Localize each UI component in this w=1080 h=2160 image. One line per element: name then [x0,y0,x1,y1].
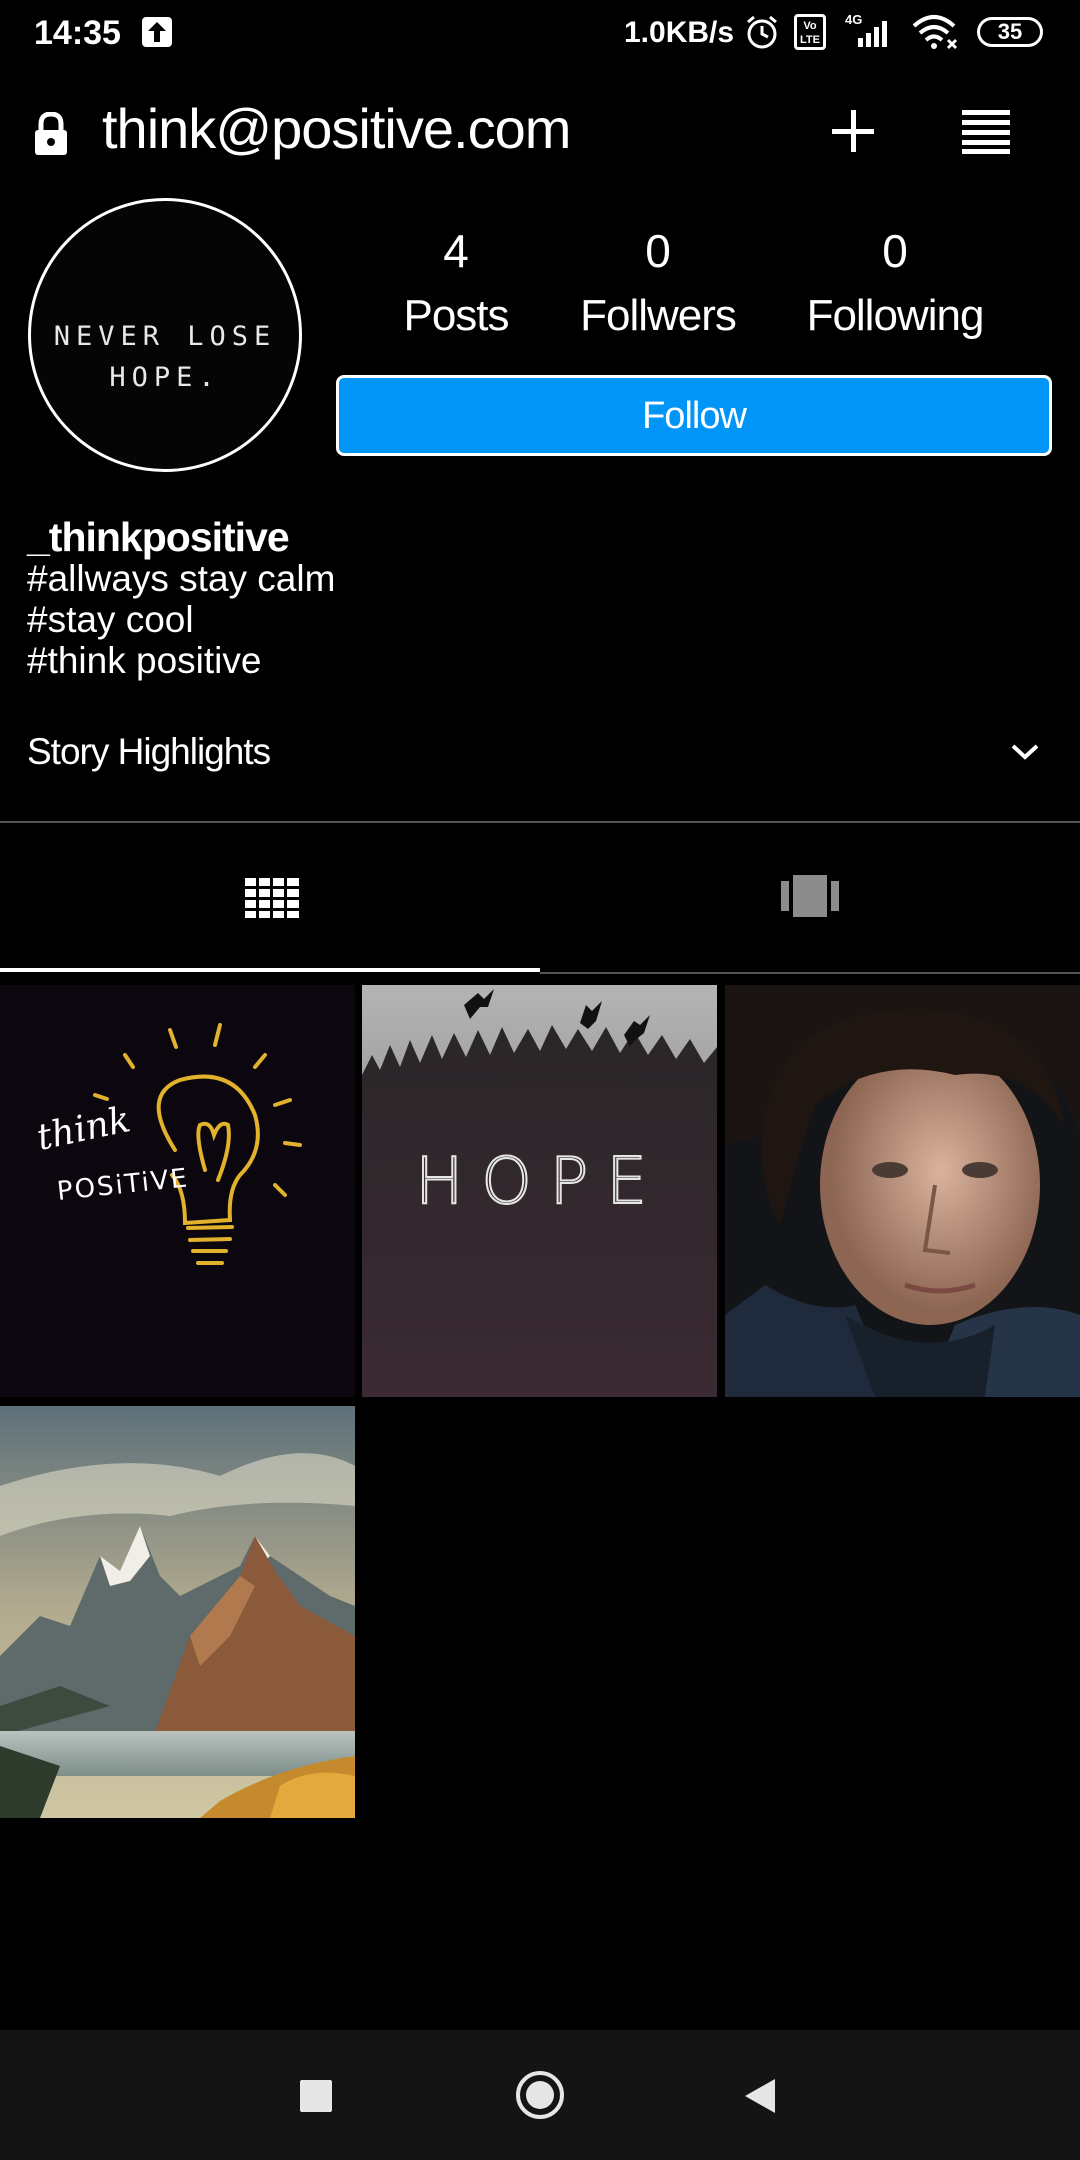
followers-stat[interactable]: 0 Follwers [568,222,748,346]
post-image: HOPE [362,985,717,1397]
nav-recents-button[interactable] [256,2030,376,2160]
lock-icon [35,112,67,155]
posts-count: 4 [443,225,469,277]
divider [540,972,1080,974]
avatar[interactable]: NEVER LOSE HOPE. [28,198,302,472]
profile-header: think@positive.com [0,90,1080,172]
following-label: Following [806,291,985,340]
account-name[interactable]: think@positive.com [102,96,571,161]
following-count: 0 [882,225,908,277]
volte-icon: Vo LTE [794,14,826,50]
post-image [725,985,1080,1397]
bio-line: #think positive [27,640,262,681]
avatar-text-line1: NEVER LOSE [53,321,277,352]
menu-icon[interactable] [962,110,1010,154]
triangle-back-icon [745,2079,775,2113]
wifi-icon [912,15,958,50]
avatar-text-line2: HOPE. [109,362,221,393]
carousel-icon [781,875,839,917]
story-highlights-label[interactable]: Story Highlights [27,731,271,773]
post-image [0,1406,355,1818]
username: _thinkpositive [27,514,290,560]
alarm-icon [747,15,777,49]
followers-label: Follwers [580,291,737,340]
post-thumbnail[interactable] [725,985,1080,1397]
nav-back-button[interactable] [700,2030,820,2160]
plus-icon[interactable] [830,108,876,154]
follow-button[interactable]: Follow [336,375,1052,456]
chevron-down-icon[interactable] [1010,742,1040,762]
post-thumbnail[interactable]: think POSiTiVE [0,985,355,1397]
following-stat[interactable]: 0 Following [790,222,1000,346]
posts-stat[interactable]: 4 Posts [386,222,526,346]
post-caption: HOPE [415,1145,665,1219]
followers-count: 0 [645,225,671,277]
post-thumbnail[interactable]: HOPE [362,985,717,1397]
system-nav-bar [0,2030,1080,2160]
network-speed: 1.0KB/s [624,16,735,49]
posts-label: Posts [403,291,509,340]
status-bar: 14:35 1.0KB/s Vo LTE 4G 35 [0,0,1080,66]
status-time: 14:35 [34,14,121,52]
circle-icon [516,2071,564,2119]
battery-indicator: 35 [977,17,1043,47]
upload-arrow-icon [142,17,172,47]
tab-grid[interactable] [0,823,540,973]
square-icon [300,2080,332,2112]
post-thumbnail[interactable] [0,1406,355,1818]
bio-line: #stay cool [27,599,194,640]
signal-icon [858,21,887,47]
post-image: think POSiTiVE [0,985,355,1397]
grid-icon [245,878,299,918]
nav-home-button[interactable] [480,2030,600,2160]
active-tab-indicator [0,968,540,972]
bio-line: #allways stay calm [27,558,336,599]
tab-feed[interactable] [540,823,1080,973]
